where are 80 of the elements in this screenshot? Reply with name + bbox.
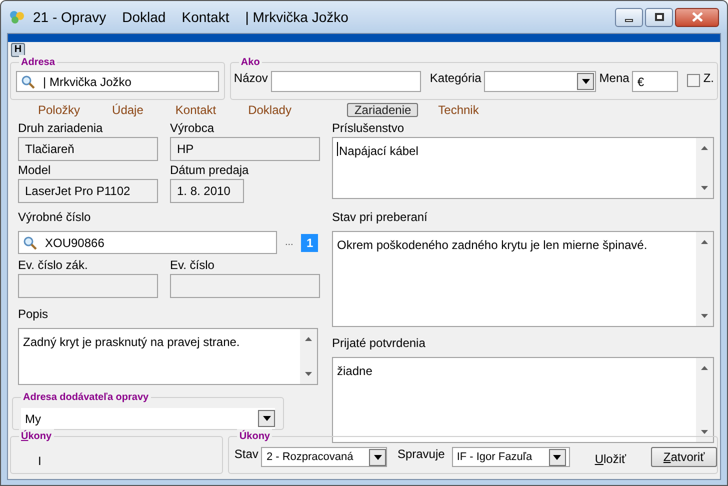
scrollbar[interactable]	[696, 138, 713, 198]
scroll-down-icon[interactable]	[305, 372, 312, 376]
tab[interactable]: Doklady	[236, 103, 304, 117]
dropdown-arrow-button[interactable]	[548, 448, 566, 466]
confirmations-field[interactable]: žiadne	[332, 357, 714, 443]
group-legend: Úkony	[237, 429, 272, 444]
tab[interactable]: Kontakt	[163, 103, 228, 117]
field-label: Mena	[599, 71, 630, 85]
condition-field[interactable]: Okrem poškodeného zadného krytu je len mierne špinavé.	[332, 231, 714, 327]
caret-icon	[582, 79, 590, 84]
close-button[interactable]	[675, 8, 719, 26]
tab[interactable]: Technik	[426, 103, 491, 117]
checkbox-label: Z.	[703, 71, 714, 85]
tab[interactable]: Zariadenie	[347, 103, 418, 117]
field-label: Spravuje	[397, 447, 445, 461]
save-button[interactable]: Uložiť	[592, 450, 628, 468]
field-label: Popis	[18, 307, 48, 321]
model-field: LaserJet Pro P1102	[18, 179, 158, 203]
tab[interactable]: Údaje	[100, 103, 156, 117]
name-field[interactable]	[270, 71, 421, 92]
search-icon	[21, 74, 35, 88]
serial-number-field[interactable]: XOU90866	[18, 231, 277, 254]
dropdown-arrow-button[interactable]	[577, 73, 594, 90]
field-label: Model	[18, 163, 52, 177]
field-label: Dátum predaja	[170, 163, 250, 177]
app-icon	[9, 10, 25, 24]
task-text: I	[38, 454, 42, 468]
status-dropdown[interactable]: 2 - Rozpracovaná	[261, 447, 388, 467]
scroll-up-icon[interactable]	[701, 146, 708, 150]
close-icon	[692, 12, 702, 22]
field-label: Príslušenstvo	[332, 121, 406, 135]
tab[interactable]: Položky	[26, 103, 92, 117]
field-label: Kategória	[430, 71, 482, 85]
dropdown-arrow-button[interactable]	[258, 410, 275, 427]
scroll-down-icon[interactable]	[701, 314, 708, 318]
window-title: | Mrkvička Jožko	[245, 8, 348, 27]
field-label: Ev. číslo zák.	[18, 258, 89, 272]
field-label: Stav	[234, 447, 258, 461]
close-form-button[interactable]: Zatvoriť	[651, 447, 717, 467]
group-legend: Úkony	[19, 429, 54, 444]
field-label: Druh zariadenia	[18, 121, 104, 135]
scroll-down-icon[interactable]	[701, 430, 708, 434]
window-title: 21 - Opravy	[33, 8, 106, 27]
window-title: Kontakt	[182, 8, 230, 26]
caret-icon	[374, 454, 382, 460]
field-label: Výrobné číslo	[18, 210, 91, 224]
address-field[interactable]: | Mrkvička Jožko	[16, 71, 219, 92]
manager-dropdown[interactable]: IF - Igor Fazuľa	[452, 447, 570, 467]
window-title: Doklad	[122, 8, 166, 26]
field-label: Stav pri preberaní	[332, 210, 428, 224]
currency-field[interactable]: €	[632, 71, 678, 92]
accessories-field[interactable]: Napájací kábel	[332, 137, 714, 199]
h-button[interactable]: H	[11, 43, 25, 57]
search-icon	[23, 236, 37, 250]
caret-icon	[262, 416, 270, 421]
browse-button[interactable]: ...	[285, 235, 294, 250]
manufacturer-field: HP	[170, 137, 320, 161]
field-label: Prijaté potvrdenia	[332, 336, 426, 350]
group-legend: Adresa dodávateľa opravy	[21, 390, 151, 405]
scrollbar[interactable]	[696, 232, 713, 326]
scrollbar[interactable]	[300, 329, 317, 384]
count-badge: 1	[301, 234, 318, 252]
scroll-up-icon[interactable]	[701, 240, 708, 244]
z-checkbox[interactable]	[687, 74, 700, 87]
sale-date-field: 1. 8. 2010	[170, 179, 244, 203]
scroll-up-icon[interactable]	[305, 337, 312, 341]
scrollbar[interactable]	[696, 358, 713, 442]
supplier-dropdown[interactable]: My	[21, 408, 275, 429]
scroll-down-icon[interactable]	[701, 186, 708, 190]
field-label: Ev. číslo	[170, 258, 216, 272]
scroll-up-icon[interactable]	[701, 366, 708, 370]
caret-icon	[553, 454, 562, 460]
category-dropdown[interactable]	[484, 71, 596, 92]
description-field[interactable]: Zadný kryt je prasknutý na pravej strane.	[18, 328, 318, 385]
dropdown-arrow-button[interactable]	[369, 448, 386, 466]
device-type-field: Tlačiareň	[18, 137, 158, 161]
minimize-button[interactable]	[615, 8, 643, 26]
field-label: Výrobca	[170, 121, 216, 135]
maximize-button[interactable]	[645, 8, 673, 26]
field-label: Názov	[234, 71, 268, 85]
